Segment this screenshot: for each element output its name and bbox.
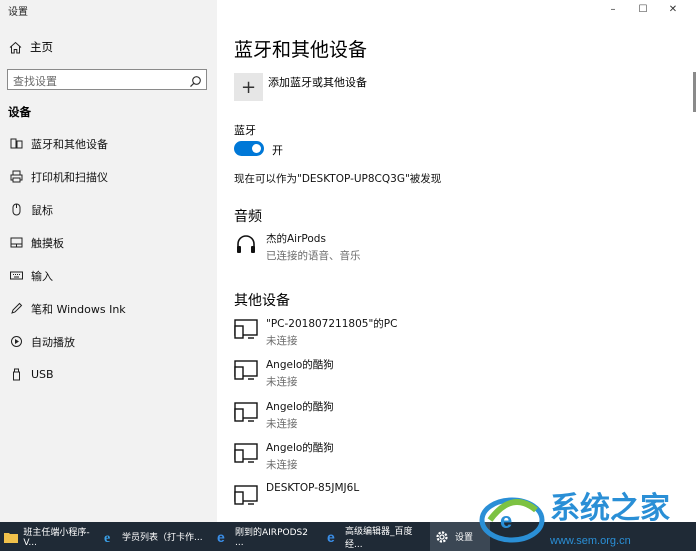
taskbar-item-label: 刚到的AIRPODS2 ... — [235, 528, 308, 548]
nav-home-label: 主页 — [30, 40, 53, 54]
taskbar-item-folder[interactable]: 班主任端小程序-V... — [0, 522, 95, 551]
section-title: 设备 — [8, 105, 31, 119]
other-device-item[interactable]: Angelo的酷狗 未连接 — [234, 357, 334, 389]
watermark-logo: e 系统之家 www.sem.org.cn — [470, 480, 696, 551]
device-status: 未连接 — [266, 335, 298, 347]
device-status: 未连接 — [266, 376, 298, 388]
sidebar-item-label: 输入 — [31, 269, 53, 283]
close-button[interactable]: ✕ — [658, 2, 688, 16]
display-device-icon — [234, 441, 260, 465]
search-placeholder: 查找设置 — [13, 75, 57, 88]
sidebar-item-label: 蓝牙和其他设备 — [31, 137, 108, 151]
svg-text:e: e — [217, 529, 225, 545]
device-name: DESKTOP-85JMJ6L — [266, 482, 360, 494]
add-device-button[interactable]: + — [234, 73, 263, 101]
edge-icon: e — [324, 529, 340, 545]
taskbar-item-label: 高级编辑器_百度经... — [345, 526, 413, 550]
sidebar-item-label: 自动播放 — [31, 335, 75, 349]
sidebar-item-label: 笔和 Windows Ink — [31, 302, 126, 316]
display-device-icon — [234, 483, 260, 507]
device-status: 未连接 — [266, 418, 298, 430]
window-controls: – ☐ ✕ — [598, 2, 688, 16]
taskbar-item-label: 班主任端小程序-V... — [23, 528, 90, 548]
sidebar-item-pen[interactable]: 笔和 Windows Ink — [0, 292, 217, 325]
autoplay-icon — [9, 335, 23, 349]
sidebar-item-label: USB — [31, 368, 54, 381]
pen-icon — [9, 302, 23, 316]
nav-home[interactable]: 主页 — [8, 39, 53, 55]
maximize-button[interactable]: ☐ — [628, 2, 658, 16]
usb-icon — [9, 368, 23, 382]
taskbar-item-edge-2[interactable]: e 高级编辑器_百度经... — [320, 522, 428, 551]
other-device-item[interactable]: "PC-201807211805"的PC 未连接 — [234, 316, 397, 348]
sidebar-item-label: 打印机和扫描仪 — [31, 170, 108, 184]
toggle-state-label: 开 — [272, 144, 283, 157]
bluetooth-devices-icon — [9, 137, 23, 151]
sidebar-item-touchpad[interactable]: 触摸板 — [0, 226, 217, 259]
taskbar-item-ie[interactable]: e 学员列表（打卡作... — [97, 522, 207, 551]
device-name: 杰的AirPods — [266, 233, 326, 245]
device-name: Angelo的酷狗 — [266, 401, 334, 413]
svg-text:e: e — [104, 531, 110, 545]
touchpad-icon — [9, 236, 23, 250]
device-status: 已连接的语音、音乐 — [266, 250, 361, 262]
search-input[interactable]: 查找设置 — [7, 69, 207, 90]
plus-icon: + — [240, 76, 257, 98]
sidebar: 设置 主页 查找设置 设备 蓝牙和其他设备 打印机和扫描仪 鼠标 触摸板 输入 … — [0, 0, 217, 522]
minimize-button[interactable]: – — [598, 2, 628, 16]
other-device-item[interactable]: DESKTOP-85JMJ6L — [234, 482, 359, 507]
audio-heading: 音频 — [234, 209, 262, 225]
device-status: 未连接 — [266, 459, 298, 471]
gear-icon — [434, 529, 450, 545]
sidebar-item-printers[interactable]: 打印机和扫描仪 — [0, 160, 217, 193]
other-devices-heading: 其他设备 — [234, 293, 290, 309]
device-name: Angelo的酷狗 — [266, 442, 334, 454]
display-device-icon — [234, 358, 260, 382]
bluetooth-toggle[interactable] — [234, 141, 264, 156]
other-device-item[interactable]: Angelo的酷狗 未连接 — [234, 440, 334, 472]
sidebar-item-label: 鼠标 — [31, 203, 53, 217]
headphones-icon — [234, 232, 260, 256]
sidebar-item-bluetooth[interactable]: 蓝牙和其他设备 — [0, 127, 217, 160]
toggle-knob — [252, 144, 261, 153]
watermark-text: 系统之家 — [550, 491, 670, 526]
device-name: "PC-201807211805"的PC — [266, 318, 398, 330]
settings-window: 设置 主页 查找设置 设备 蓝牙和其他设备 打印机和扫描仪 鼠标 触摸板 输入 … — [0, 0, 696, 522]
display-device-icon — [234, 317, 260, 341]
sidebar-item-usb[interactable]: USB — [0, 358, 217, 391]
taskbar-item-edge-1[interactable]: e 刚到的AIRPODS2 ... — [210, 522, 318, 551]
sidebar-item-mouse[interactable]: 鼠标 — [0, 193, 217, 226]
edge-icon: e — [214, 529, 230, 545]
keyboard-icon — [9, 269, 23, 283]
app-title: 设置 — [8, 7, 28, 18]
watermark-url: www.sem.org.cn — [549, 535, 631, 547]
nav-list: 蓝牙和其他设备 打印机和扫描仪 鼠标 触摸板 输入 笔和 Windows Ink… — [0, 127, 217, 391]
discoverable-text: 现在可以作为"DESKTOP-UP8CQ3G"被发现 — [234, 173, 442, 185]
mouse-icon — [9, 203, 23, 217]
folder-icon — [4, 529, 19, 545]
sidebar-item-typing[interactable]: 输入 — [0, 259, 217, 292]
printer-icon — [9, 170, 23, 184]
add-device-label[interactable]: 添加蓝牙或其他设备 — [268, 74, 367, 90]
svg-text:e: e — [327, 529, 335, 545]
bluetooth-label: 蓝牙 — [234, 124, 256, 137]
svg-text:e: e — [500, 508, 512, 533]
page-title: 蓝牙和其他设备 — [234, 39, 368, 61]
device-name: Angelo的酷狗 — [266, 359, 334, 371]
main-content: – ☐ ✕ 蓝牙和其他设备 + 添加蓝牙或其他设备 蓝牙 开 现在可以作为"DE… — [217, 0, 696, 522]
taskbar-item-label: 学员列表（打卡作... — [122, 533, 203, 543]
sidebar-item-autoplay[interactable]: 自动播放 — [0, 325, 217, 358]
audio-device-item[interactable]: 杰的AirPods 已连接的语音、音乐 — [234, 231, 361, 263]
sidebar-item-label: 触摸板 — [31, 236, 64, 250]
display-device-icon — [234, 400, 260, 424]
home-icon — [8, 40, 22, 54]
other-device-item[interactable]: Angelo的酷狗 未连接 — [234, 399, 334, 431]
search-icon[interactable] — [189, 73, 202, 88]
ie-icon: e — [101, 529, 117, 545]
